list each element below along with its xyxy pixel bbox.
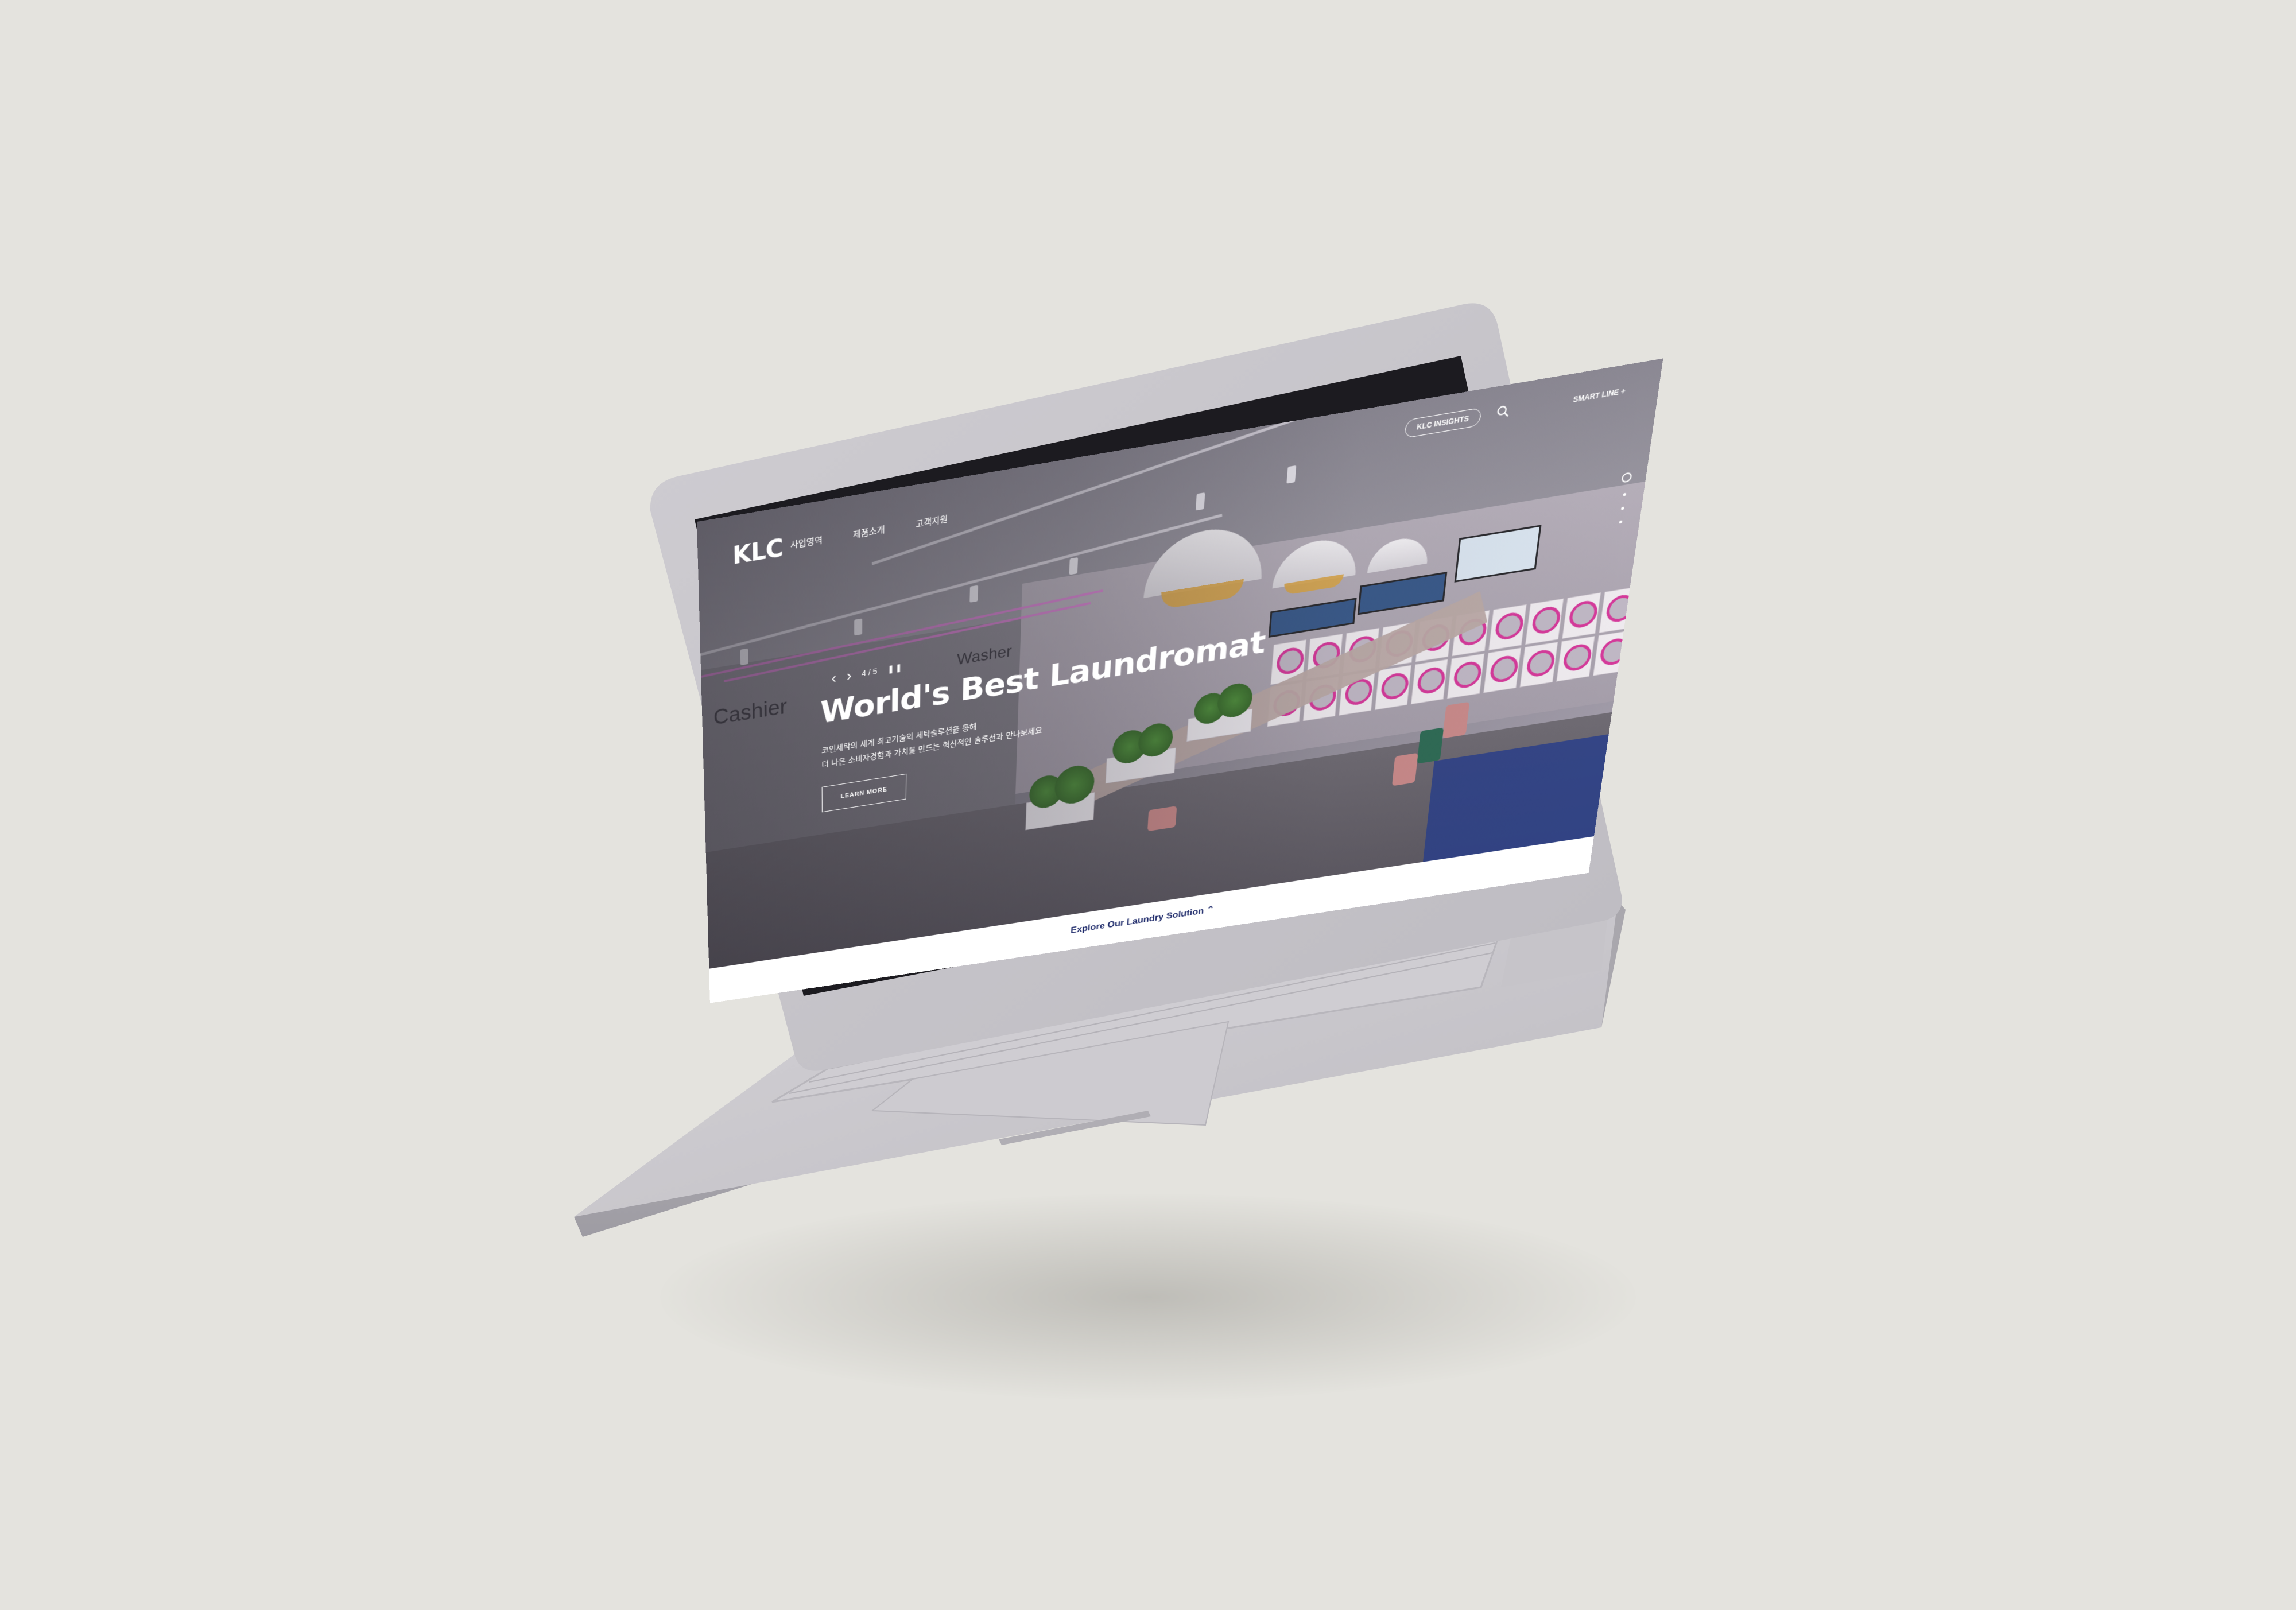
chevron-up-icon: ⌃: [1206, 904, 1215, 915]
indicator-dot[interactable]: [1618, 520, 1622, 524]
search-icon[interactable]: [1495, 404, 1510, 420]
indicator-active[interactable]: [1621, 472, 1632, 483]
chevron-left-icon[interactable]: ‹: [831, 669, 836, 686]
indicator-dot[interactable]: [1620, 506, 1624, 510]
chevron-right-icon[interactable]: ›: [847, 667, 852, 684]
pause-icon[interactable]: ❚❚: [887, 662, 903, 674]
slide-counter: 4 / 5: [862, 666, 878, 678]
indicator-dot[interactable]: [1622, 492, 1626, 496]
